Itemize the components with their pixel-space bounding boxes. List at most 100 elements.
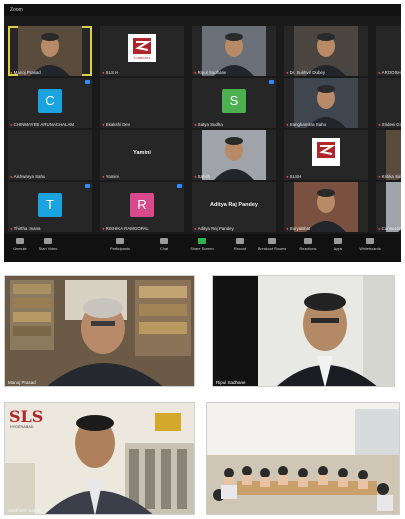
toolbar-record-button[interactable]: Record [222,237,258,259]
toolbar-chat-button[interactable]: Chat [146,237,182,259]
participant-display-name: Aditya Raj Pandey [210,202,258,208]
participants-icon [116,238,124,244]
participant-tile-sls-h[interactable]: SYMBIOSIS ●SLS H [100,26,184,76]
participant-video-feed [202,130,266,180]
participant-logo-icon [128,34,156,62]
participant-video-feed [294,26,358,76]
participant-name: Sahith [197,174,211,179]
toolbar-breakout-rooms-button[interactable]: Breakout Rooms [254,237,290,259]
participant-tile-kritika-singh[interactable]: ●Kritika Singh [376,130,401,180]
participant-tile-arooshi-kashyap[interactable]: A●AROOSHI KASHYAP [376,26,401,76]
participant-tile-dr-sukhvir-dubey[interactable]: ●Dr. Sukhvir Dubey [284,26,368,76]
sls-logo-subtitle: HYDERABAD [10,425,34,429]
camera-off-indicator [177,184,182,188]
photo-caption: Manoj Prasad [8,380,36,385]
chat-icon [160,238,168,244]
participant-display-name: Yamini [133,150,151,156]
participant-avatar: S [222,89,246,113]
participant-name-label: ●Manoj Prasad [10,70,41,75]
participant-tile-aishwarya-sahu[interactable]: ●Aishwarya Sahu [8,130,92,180]
participant-name: CHINMAYEE ARUNACHALAM [13,122,75,127]
participant-display-name: Deepa Luk [376,98,401,104]
participant-video-feed [386,130,401,180]
participant-name: SLS H [105,70,119,75]
participant-name-label: ●Ripul Sadhane [194,70,226,75]
record-icon [236,238,244,244]
participant-name-label: ●Sridevi Gopakumar [378,122,401,127]
participant-tile-ekakshi-dev[interactable]: ●Ekakshi Dev [100,78,184,128]
participant-name-label: ●Sanghamitra Sahu [286,122,326,127]
participant-tile-manoj-prasad[interactable]: ●Manoj Prasad [8,26,92,76]
participant-tile-satya-sudha[interactable]: S ●Satya Sudha [192,78,276,128]
toolbar-button-label: Apps [333,247,343,251]
participant-name: Manoj Prasad [13,70,41,75]
participant-name-label: ●Ekakshi Dev [102,122,130,127]
toolbar-share-screen-button[interactable]: Share Screen [184,237,220,259]
participant-name: Connecting to audio [381,226,401,231]
mic-muted-icon: ● [10,174,13,179]
participant-name-label: ●SuryaBhat [286,226,310,231]
toolbar-button-label: Participants [110,247,130,251]
participant-tile-sahith[interactable]: ●Sahith [192,130,276,180]
mic-muted-icon: ● [378,122,381,127]
participant-name: Ripul Sadhane [197,70,227,75]
participant-tile-slsh[interactable]: ●SLSH [284,130,368,180]
participant-name: RISHIKA RAMGOPAL [105,226,149,231]
photo-classroom [206,402,400,515]
participant-name-label: ●Sahith [194,174,210,179]
participant-tile-sanghamitra-sahu[interactable]: ●Sanghamitra Sahu [284,78,368,128]
window-title: Zoom [10,7,23,13]
photo-caption: Santhosh Sahoo [8,508,42,513]
photo-speaker-ripul: Ripul Sadhane [212,275,395,387]
speaker-ripul-image [213,276,394,386]
participant-video-feed [294,78,358,128]
toolbar-start-video-button[interactable]: Start Video [30,237,66,259]
participant-tile-sridevi-gopakumar[interactable]: Deepa Luk ●Sridevi Gopakumar [376,78,401,128]
participant-tile-yamini[interactable]: Yamini ●Yamini [100,130,184,180]
toolbar-button-label: Record [233,247,247,251]
reactions-icon [304,238,312,244]
photo-caption: Ripul Sadhane [216,380,246,385]
speaker-manoj-image [5,276,194,386]
mic-off-icon [16,238,24,244]
breakout-icon [268,238,276,244]
mic-muted-icon: ● [10,226,13,231]
window-titlebar: Zoom [4,4,401,16]
photo-speaker-manoj: Manoj Prasad [4,275,195,387]
camera-off-indicator [269,80,274,84]
apps-icon [334,238,342,244]
participant-gallery: ●Manoj Prasad SYMBIOSIS ●SLS H ●Ripul Sad… [8,26,401,232]
participant-name-label: ●AROOSHI KASHYAP [378,70,401,75]
toolbar-participants-button[interactable]: Participants [102,237,138,259]
sls-logo: SLS [9,407,44,426]
participant-tile-suryabhat[interactable]: ●SuryaBhat [284,182,368,232]
participant-tile-chinmayee-arunachalam[interactable]: C ●CHINMAYEE ARUNACHALAM [8,78,92,128]
toolbar-button-label: Start Video [38,247,58,251]
participant-name: Dr. Sukhvir Dubey [289,70,326,75]
toolbar-apps-button[interactable]: Apps [320,237,356,259]
mic-muted-icon: ● [194,226,197,231]
toolbar-whiteboards-button[interactable]: Whiteboards [352,237,388,259]
mic-muted-icon: ● [286,122,289,127]
participant-tile-thirtha-jnana[interactable]: T ●Thirtha Jnana [8,182,92,232]
participant-tile-ripul-sadhane[interactable]: ●Ripul Sadhane [192,26,276,76]
participant-avatar: C [38,89,62,113]
participant-tile-connecting-to-audio[interactable]: ●Connecting to audio [376,182,401,232]
participant-name-label: ●Yamini [102,174,119,179]
participant-video-feed [18,26,82,76]
mic-muted-icon: ● [194,70,197,75]
participant-name: Yamini [105,174,119,179]
participant-name: Aishwarya Sahu [13,174,46,179]
mic-muted-icon: ● [102,174,105,179]
participant-name-label: ●SLSH [286,174,301,179]
participant-name: Aditya Raj Pandey [197,226,234,231]
mic-muted-icon: ● [286,226,289,231]
mic-muted-icon: ● [10,70,13,75]
participant-name: Kritika Singh [381,174,401,179]
participant-video-feed [202,26,266,76]
toolbar-button-label: Share Screen [190,247,214,251]
meeting-toolbar: Unmute Start Video Participants Chat Share S… [4,234,401,262]
participant-tile-rishika-ramgopal[interactable]: R ●RISHIKA RAMGOPAL [100,182,184,232]
participant-tile-aditya-raj-pandey[interactable]: Aditya Raj Pandey ●Aditya Raj Pandey [192,182,276,232]
participant-name: Sanghamitra Sahu [289,122,327,127]
